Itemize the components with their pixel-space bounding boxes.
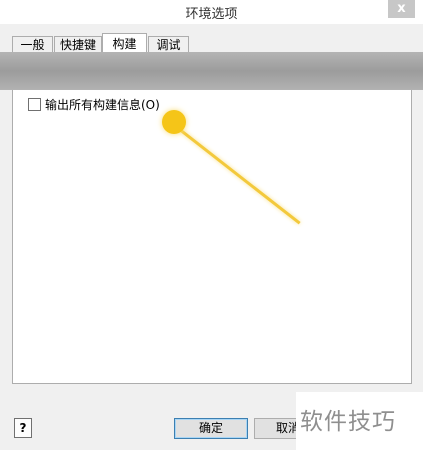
help-button[interactable]: ? [14,418,32,438]
tab-label: 一般 [20,38,45,52]
window-title: 环境选项 [185,7,238,22]
tab-label: 调试 [156,38,181,52]
close-button[interactable]: x [388,0,415,18]
checkbox-label: 输出所有构建信息(O) [45,97,160,112]
checkbox[interactable] [28,97,41,111]
redaction-band [0,52,423,90]
build-tab-panel: 输出所有构建信息(O) [12,52,412,384]
close-icon: x [397,1,406,16]
help-icon: ? [19,421,27,435]
output-all-build-info-option[interactable]: 输出所有构建信息(O) [28,96,160,112]
tab-label: 构建 [112,37,137,51]
ok-button[interactable]: 确定 [174,418,248,439]
title-bar: 环境选项 x [0,0,423,24]
watermark: 软件技巧 [300,409,396,435]
tab-label: 快捷键 [59,38,96,52]
annotation-pointer-dot [162,110,186,134]
